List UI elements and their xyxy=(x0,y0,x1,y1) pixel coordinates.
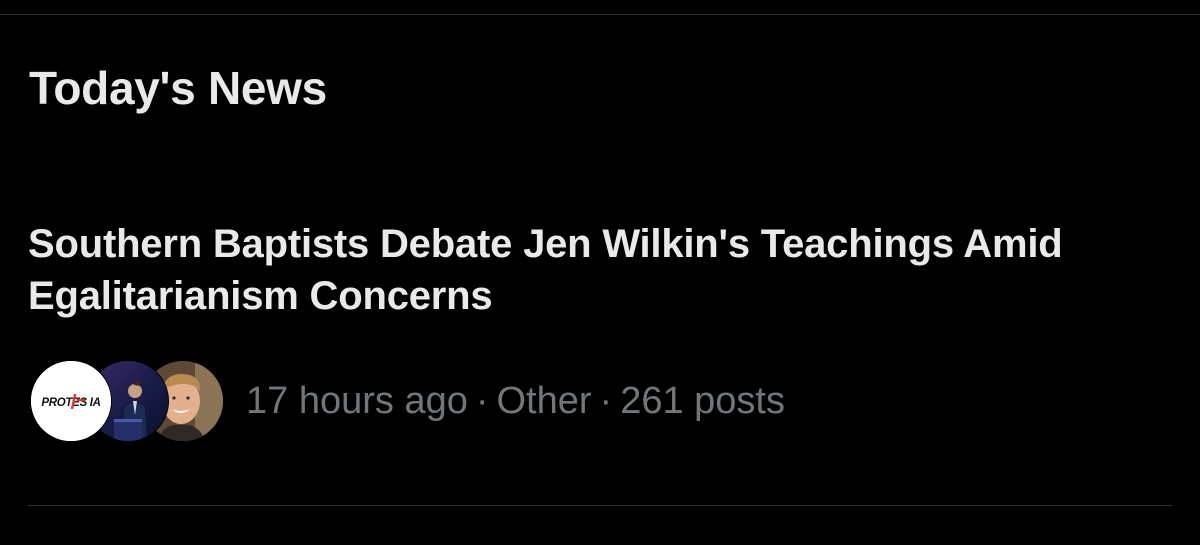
top-divider xyxy=(0,14,1200,15)
section-title: Today's News xyxy=(29,62,327,114)
bottom-divider xyxy=(28,505,1172,506)
news-trend-item[interactable]: Southern Baptists Debate Jen Wilkin's Te… xyxy=(28,218,1172,448)
trend-headline[interactable]: Southern Baptists Debate Jen Wilkin's Te… xyxy=(28,218,1148,322)
trend-post-count: 261 posts xyxy=(620,380,785,422)
trend-meta-row: PROTES IA 17 hours ago · Other · 261 pos… xyxy=(30,360,785,442)
trend-time: 17 hours ago xyxy=(246,380,468,422)
meta-separator: · xyxy=(599,380,613,422)
avatar-stack: PROTES IA xyxy=(30,360,224,442)
trend-meta: 17 hours ago · Other · 261 posts xyxy=(246,378,785,424)
meta-separator: · xyxy=(475,380,489,422)
svg-text:PROTES IA: PROTES IA xyxy=(41,397,100,409)
protestia-logo-avatar: PROTES IA xyxy=(30,360,112,442)
protestia-logo-icon: PROTES IA xyxy=(31,361,111,441)
trend-category: Other xyxy=(496,380,592,422)
